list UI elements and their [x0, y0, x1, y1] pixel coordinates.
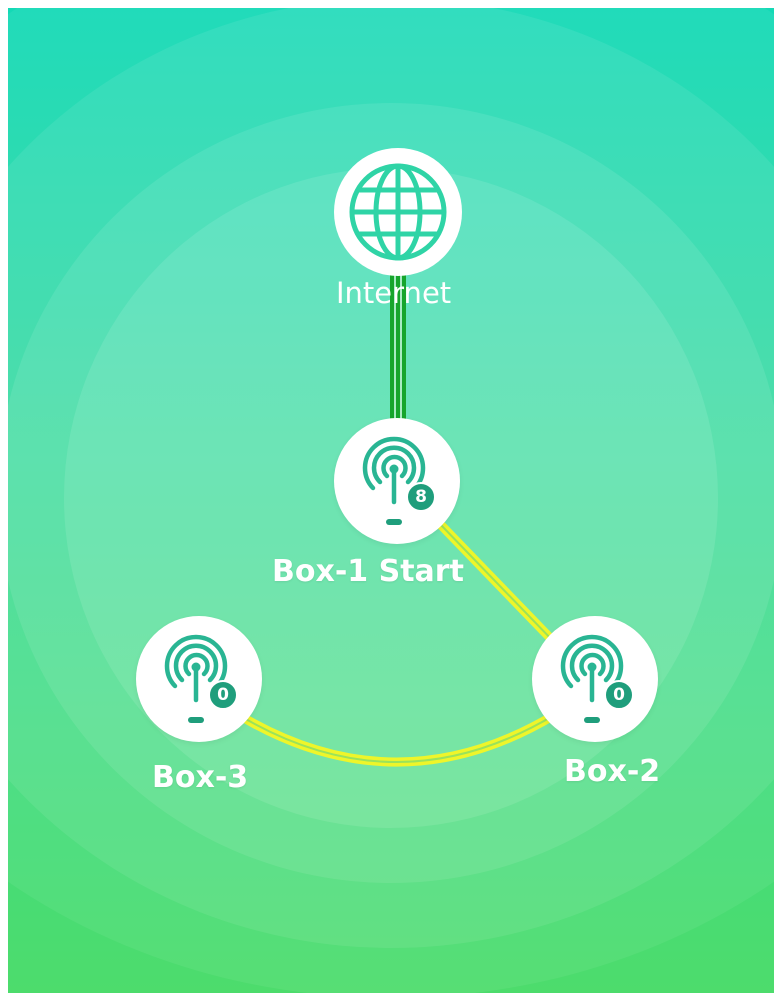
- router-antenna-icon: [560, 634, 624, 723]
- mesh-topology-view: Internet 8 Box-1 Start 0 Box-2 0 Box-3: [8, 8, 774, 993]
- connected-devices-badge: 0: [208, 680, 238, 710]
- globe-icon: [334, 148, 462, 276]
- router-antenna-icon: [164, 634, 228, 723]
- connected-devices-badge: 0: [604, 680, 634, 710]
- box-3-label: Box-3: [152, 760, 249, 795]
- mesh-node-box-3[interactable]: 0: [136, 616, 262, 742]
- router-antenna-icon: [362, 436, 426, 525]
- connected-devices-badge: 8: [406, 482, 436, 512]
- mesh-node-box-1[interactable]: 8: [334, 418, 460, 544]
- wireless-link-box2-box3: [241, 710, 559, 767]
- box-1-label: Box-1 Start: [272, 554, 464, 589]
- mesh-node-box-2[interactable]: 0: [532, 616, 658, 742]
- box-2-label: Box-2: [564, 754, 661, 789]
- internet-node[interactable]: [332, 146, 464, 278]
- internet-label: Internet: [336, 276, 452, 310]
